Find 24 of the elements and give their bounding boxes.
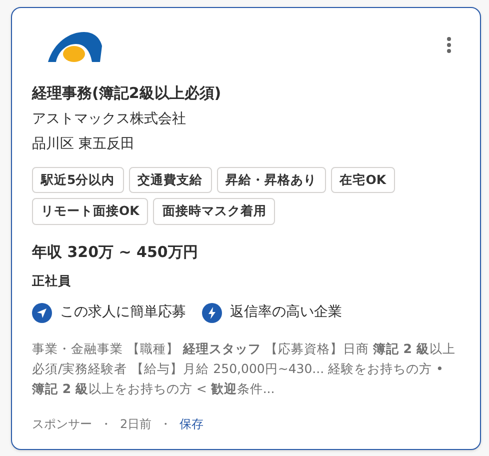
company-logo — [48, 32, 102, 62]
send-icon — [32, 302, 52, 323]
job-snippet: 事業・金融事業 【職種】 経理スタッフ 【応募資格】日商 簿記 2 級以上必須/実務経験者 【給与】月給 250,000円~430... 経験をお持ちの方 • 簿記 2 級以上をお持ちの方 < 歓迎条件... — [32, 340, 456, 398]
job-card[interactable] — [11, 7, 481, 450]
save-link[interactable]: 保存 — [180, 415, 204, 434]
footer-text: 2日前 — [120, 416, 152, 434]
feature-label: この求人に簡単応募 — [60, 303, 186, 322]
lightning-icon — [202, 302, 222, 323]
job-title[interactable]: 経理事務(簿記2級以上必須) — [32, 82, 460, 104]
job-tag: リモート面接OK — [32, 198, 148, 225]
more-options-icon[interactable] — [446, 36, 452, 54]
job-tag: 昇給・昇格あり — [216, 166, 326, 194]
job-tag: 駅近5分以内 — [32, 166, 124, 194]
job-tag: 面接時マスク着用 — [153, 198, 276, 225]
separator-dot: ・ — [100, 416, 112, 434]
job-location: 品川区 東五反田 — [32, 134, 136, 154]
company-name: アストマックス株式会社 — [32, 110, 187, 128]
employment-type: 正社員 — [32, 272, 72, 290]
feature-label: 返信率の高い企業 — [230, 303, 342, 322]
separator-dot: ・ — [160, 416, 172, 434]
salary: 年収 320万 ~ 450万円 — [32, 242, 199, 263]
job-tag: 交通費支給 — [128, 166, 212, 194]
footer-text: スポンサー — [32, 416, 92, 434]
job-tag: 在宅OK — [330, 166, 396, 194]
